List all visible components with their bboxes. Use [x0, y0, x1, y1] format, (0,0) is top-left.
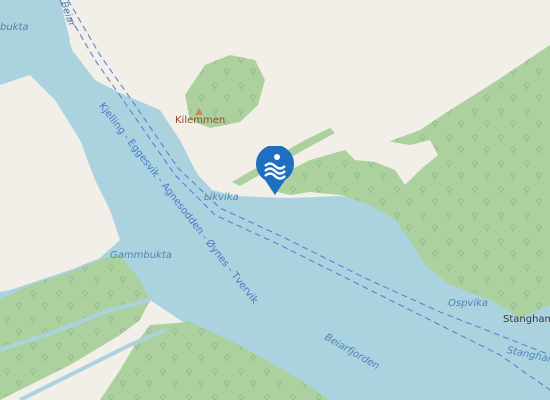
label-kilemmen: Kilemmen	[175, 115, 226, 126]
label-gammbukta: Gammbukta	[110, 250, 172, 261]
label-bukta: bukta	[0, 22, 29, 33]
map-tiles	[0, 0, 550, 400]
map-view[interactable]: Kilemmen Likvika Gammbukta Ospvika Beiar…	[0, 0, 550, 400]
swimming-marker[interactable]	[255, 144, 295, 196]
swimming-icon	[256, 144, 294, 195]
label-stangham: Stangham	[503, 314, 550, 325]
label-likvika: Likvika	[204, 192, 239, 203]
label-ospvika: Ospvika	[448, 298, 489, 309]
